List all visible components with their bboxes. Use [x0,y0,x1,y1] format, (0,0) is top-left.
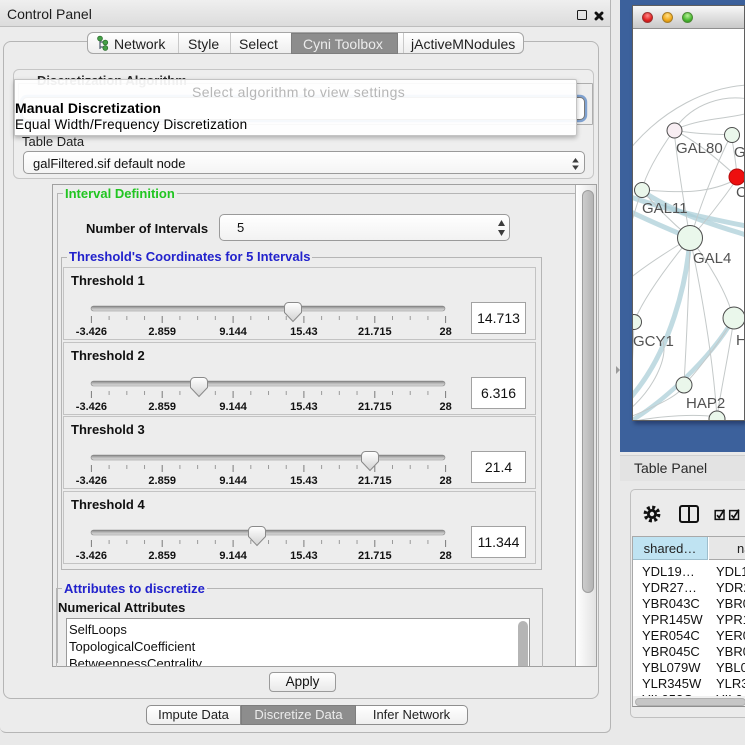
svg-text:21.715: 21.715 [358,475,392,487]
svg-text:2.859: 2.859 [148,326,176,338]
svg-text:HAP2: HAP2 [686,395,725,412]
svg-text:GCY1: GCY1 [633,333,674,350]
svg-text:9.144: 9.144 [219,475,247,487]
svg-text:-3.426: -3.426 [76,550,107,562]
svg-text:9.144: 9.144 [219,550,247,562]
svg-text:2.859: 2.859 [148,401,176,413]
svg-text:H: H [736,332,744,349]
svg-text:28: 28 [439,475,451,487]
svg-text:9.144: 9.144 [219,401,247,413]
svg-text:28: 28 [439,550,451,562]
svg-text:GAL80: GAL80 [676,140,723,157]
svg-text:21.715: 21.715 [358,326,392,338]
svg-text:-3.426: -3.426 [76,401,107,413]
svg-text:15.43: 15.43 [290,326,318,338]
svg-text:21.715: 21.715 [358,401,392,413]
svg-text:15.43: 15.43 [290,401,318,413]
svg-text:21.715: 21.715 [358,550,392,562]
svg-text:15.43: 15.43 [290,550,318,562]
svg-text:C: C [736,184,744,201]
svg-text:9.144: 9.144 [219,326,247,338]
svg-text:-3.426: -3.426 [76,475,107,487]
svg-text:GAL11: GAL11 [642,200,688,217]
svg-text:2.859: 2.859 [148,550,176,562]
svg-text:2.859: 2.859 [148,475,176,487]
svg-text:28: 28 [439,326,451,338]
svg-text:28: 28 [439,401,451,413]
svg-text:GA: GA [734,144,744,161]
svg-text:GAL4: GAL4 [693,250,731,267]
svg-text:15.43: 15.43 [290,475,318,487]
svg-text:-3.426: -3.426 [76,326,107,338]
